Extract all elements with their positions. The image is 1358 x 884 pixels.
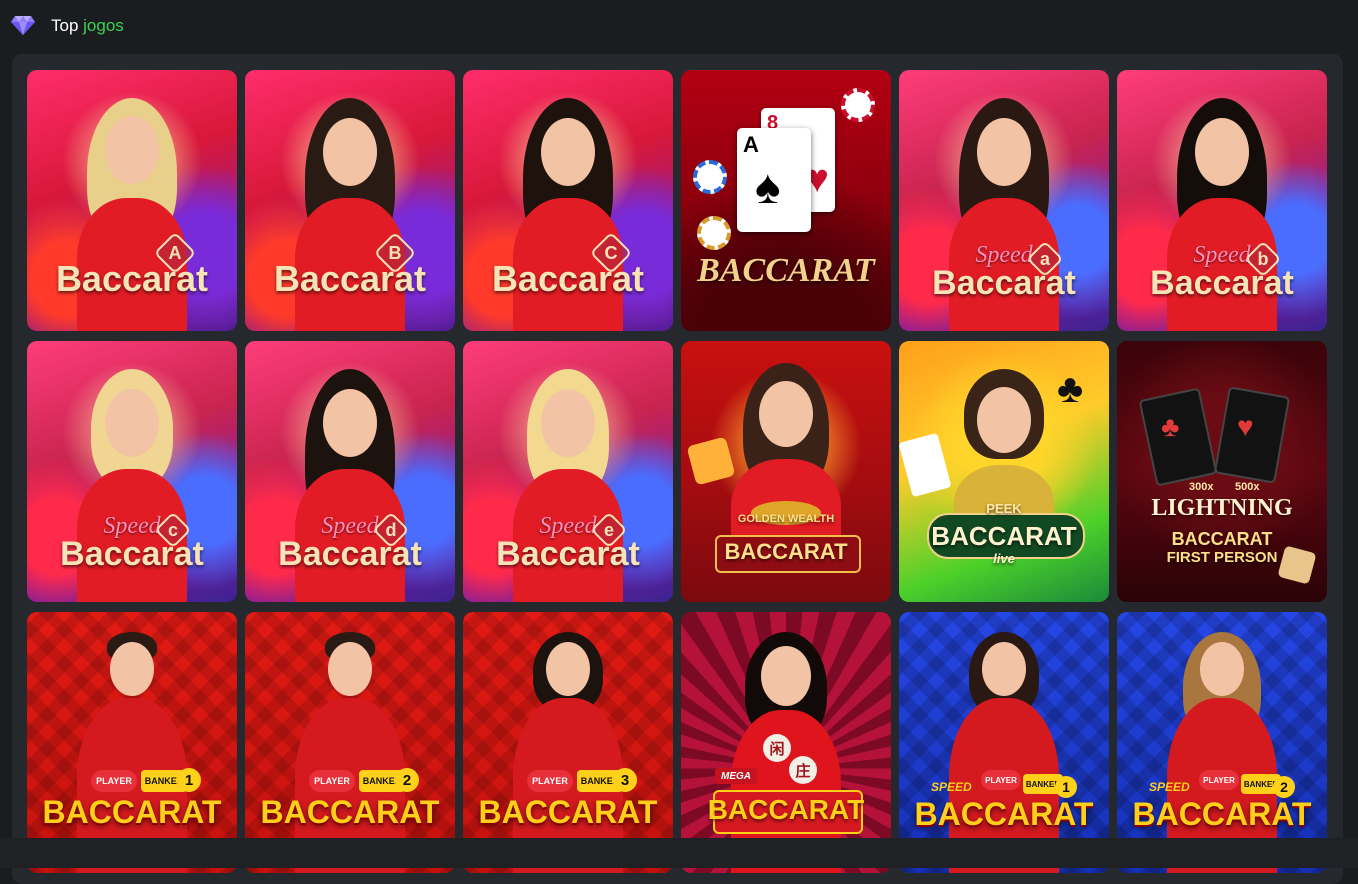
multiplier-300: 300x <box>1189 481 1214 493</box>
game-tile-baccarat-3[interactable]: PLAYER BANKER 3 BACCARAT <box>463 612 673 873</box>
chip-banker-icon: 庄 <box>789 756 817 784</box>
tile-title: BACCARAT <box>42 794 222 830</box>
playing-card-icon <box>899 432 952 498</box>
game-tile-speed-baccarat-d[interactable]: Speed d Baccarat <box>245 341 455 602</box>
speed-label: SPEED <box>1149 780 1190 794</box>
spade-icon: ♣ <box>1161 411 1180 442</box>
dealer-image <box>77 632 187 873</box>
tile-title: Baccarat <box>1150 264 1294 302</box>
game-tile-speed-baccarat-e[interactable]: Speed e Baccarat <box>463 341 673 602</box>
tile-title: Baccarat <box>273 258 427 299</box>
tile-title: BACCARAT <box>914 796 1094 832</box>
games-panel: A Baccarat B Baccarat C Baccarat 8 ♥ A ♠… <box>12 54 1343 884</box>
chip-stack-icon <box>841 88 875 122</box>
mega-tag: MEGA <box>715 768 757 784</box>
dice-icon <box>686 436 736 486</box>
tile-title: BACCARAT <box>478 794 658 830</box>
game-tile-speed-baccarat-2[interactable]: SPEED PLAYER BANKER 2 BACCARAT <box>1117 612 1327 873</box>
player-chip: PLAYER <box>309 770 355 792</box>
tile-live-label: live <box>993 551 1015 566</box>
game-tile-baccarat-classic[interactable]: 8 ♥ A ♠ BACCARAT <box>681 70 891 331</box>
dealer-image <box>949 632 1059 873</box>
game-tile-mega-baccarat[interactable]: 闲 庄 MEGA BACCARAT <box>681 612 891 873</box>
game-tile-baccarat-1[interactable]: PLAYER BANKER 1 BACCARAT <box>27 612 237 873</box>
tile-title: Baccarat <box>491 258 645 299</box>
dealer-image <box>513 632 623 873</box>
chip-stack-icon <box>697 216 731 250</box>
player-chip: PLAYER <box>1199 770 1239 790</box>
dealer-image <box>1167 632 1277 873</box>
title-accent: jogos <box>83 16 124 35</box>
chip-player-icon: 闲 <box>763 734 791 762</box>
dealer-image <box>295 632 405 873</box>
game-tile-lightning-baccarat-first-person[interactable]: ♣ ♥ 300x 500x LIGHTNING BACCARAT FIRST P… <box>1117 341 1327 602</box>
section-title: Top jogos <box>51 16 124 36</box>
dealer-image <box>731 363 841 563</box>
tile-title: Baccarat <box>496 535 640 573</box>
game-tile-baccarat-c[interactable]: C Baccarat <box>463 70 673 331</box>
game-tile-baccarat-b[interactable]: B Baccarat <box>245 70 455 331</box>
table-number: 2 <box>395 768 419 792</box>
tile-title: BACCARAT <box>724 539 848 564</box>
tile-title: Baccarat <box>55 258 209 299</box>
tile-title: LIGHTNING <box>1151 495 1293 521</box>
tile-title: BACCARAT <box>260 794 440 830</box>
game-tile-golden-wealth-baccarat[interactable]: GOLDEN WEALTH BACCARAT <box>681 341 891 602</box>
card-front: A ♠ <box>737 128 811 232</box>
section-header: Top jogos <box>0 0 1358 52</box>
diamond-icon <box>11 16 35 35</box>
table-number: 3 <box>613 768 637 792</box>
player-chip: PLAYER <box>91 770 137 792</box>
player-chip: PLAYER <box>527 770 573 792</box>
game-tile-baccarat-2[interactable]: PLAYER BANKER 2 BACCARAT <box>245 612 455 873</box>
tile-title: Baccarat <box>60 535 204 573</box>
multiplier-500: 500x <box>1235 481 1260 493</box>
speed-label: SPEED <box>931 780 972 794</box>
game-tile-speed-baccarat-1[interactable]: SPEED PLAYER BANKER 1 BACCARAT <box>899 612 1109 873</box>
tile-subtitle: BACCARAT <box>1171 529 1273 549</box>
tile-title: Baccarat <box>932 264 1076 302</box>
title-prefix: Top <box>51 16 79 35</box>
tile-title: Baccarat <box>278 535 422 573</box>
heart-icon: ♥ <box>1237 411 1254 442</box>
table-number: 2 <box>1273 776 1295 798</box>
game-tile-speed-baccarat-a[interactable]: Speed a Baccarat <box>899 70 1109 331</box>
tile-title: BACCARAT <box>697 252 875 289</box>
game-tile-peek-baccarat[interactable]: ♣ PEEK BACCARAT live <box>899 341 1109 602</box>
chip-stack-icon <box>693 160 727 194</box>
table-number: 1 <box>177 768 201 792</box>
tile-subtitle: PEEK <box>986 501 1022 516</box>
player-chip: PLAYER <box>981 770 1021 790</box>
game-tile-speed-baccarat-c[interactable]: Speed c Baccarat <box>27 341 237 602</box>
dice-icon <box>1277 545 1317 585</box>
games-grid: A Baccarat B Baccarat C Baccarat 8 ♥ A ♠… <box>27 70 1327 873</box>
tile-title: BACCARAT <box>931 521 1077 551</box>
club-icon: ♣ <box>1057 367 1084 411</box>
tile-subtitle: GOLDEN WEALTH <box>737 513 835 525</box>
tile-title: BACCARAT <box>707 794 865 825</box>
game-tile-baccarat-a[interactable]: A Baccarat <box>27 70 237 331</box>
game-tile-speed-baccarat-b[interactable]: Speed b Baccarat <box>1117 70 1327 331</box>
bottom-bar <box>0 838 1358 868</box>
table-number: 1 <box>1055 776 1077 798</box>
tile-title: BACCARAT <box>1132 796 1312 832</box>
